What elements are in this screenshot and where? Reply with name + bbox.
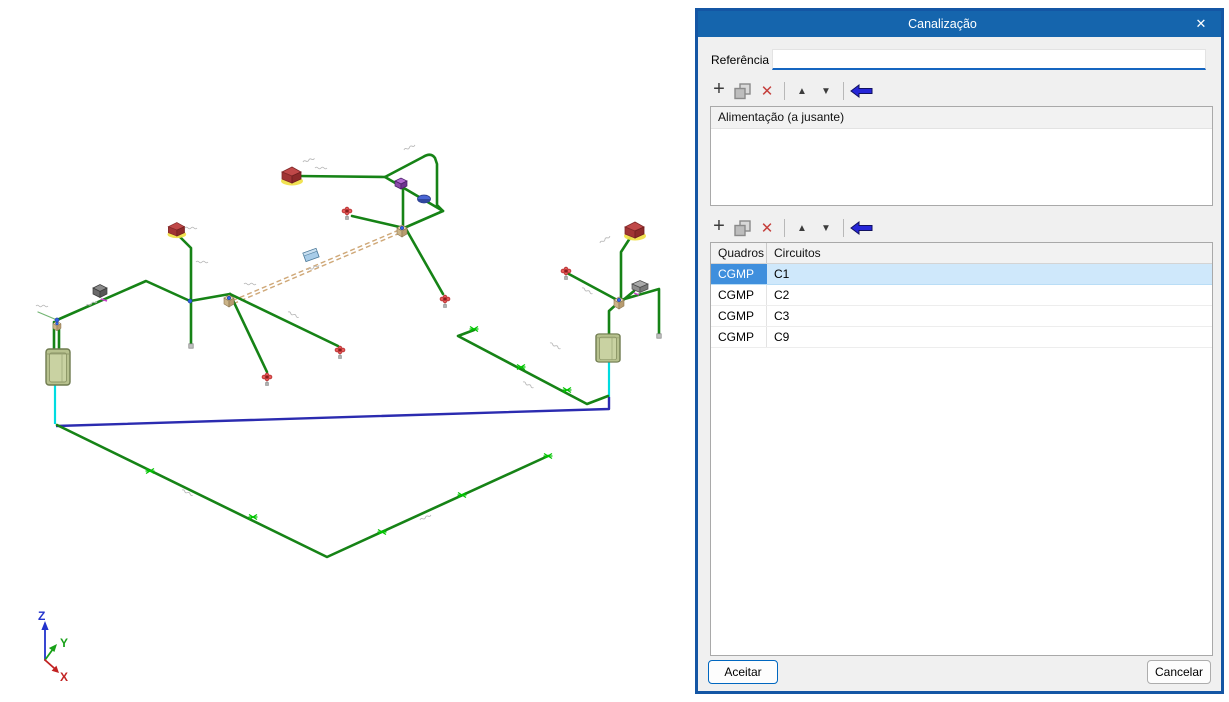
table-header: Quadros Circuitos bbox=[711, 243, 1212, 264]
column-header-circuitos: Circuitos bbox=[774, 246, 821, 260]
move-up-button[interactable]: ▲ bbox=[790, 79, 814, 103]
copy-icon bbox=[734, 219, 751, 236]
reference-label: Referência bbox=[711, 53, 770, 67]
cell-circuito[interactable]: C3 bbox=[767, 306, 1212, 326]
cell-circuito[interactable]: C1 bbox=[767, 264, 1212, 284]
add-icon: + bbox=[713, 78, 725, 100]
axis-y-label: Y bbox=[60, 636, 68, 650]
table-row[interactable]: CGMP C3 bbox=[711, 306, 1212, 327]
copy-button[interactable] bbox=[731, 79, 755, 103]
conduit-network bbox=[37, 153, 661, 559]
cell-circuito[interactable]: C9 bbox=[767, 327, 1212, 347]
add-button[interactable]: + bbox=[707, 78, 731, 103]
toolbar-separator bbox=[784, 219, 785, 237]
add-icon: + bbox=[713, 215, 725, 237]
move-down-icon: ▼ bbox=[821, 85, 831, 97]
delete-icon: ✕ bbox=[760, 220, 774, 237]
close-button[interactable]: ✕ bbox=[1185, 13, 1217, 35]
circuits-toolbar: + ✕ ▲ ▼ bbox=[707, 215, 873, 240]
delete-icon: ✕ bbox=[760, 83, 774, 100]
viewport-3d[interactable]: Z Y X bbox=[0, 0, 694, 702]
move-up-icon: ▲ bbox=[797, 222, 807, 234]
cell-quadro[interactable]: CGMP bbox=[711, 264, 767, 284]
back-arrow-icon bbox=[849, 221, 872, 235]
feed-list[interactable]: Alimentação (a jusante) bbox=[710, 106, 1213, 206]
back-button[interactable] bbox=[849, 216, 873, 240]
axis-triad: Z Y X bbox=[38, 609, 68, 684]
column-header-quadros: Quadros bbox=[711, 243, 767, 263]
dialog-title: Canalização bbox=[908, 17, 977, 31]
cell-circuito[interactable]: C2 bbox=[767, 285, 1212, 305]
move-up-icon: ▲ bbox=[797, 85, 807, 97]
list-item[interactable]: Alimentação (a jusante) bbox=[711, 107, 1212, 129]
cancel-button[interactable]: Cancelar bbox=[1147, 660, 1211, 684]
close-icon: ✕ bbox=[1195, 16, 1207, 31]
axis-z-label: Z bbox=[38, 609, 45, 623]
table-row[interactable]: CGMP C9 bbox=[711, 327, 1212, 348]
copy-button[interactable] bbox=[731, 216, 755, 240]
toolbar-separator bbox=[843, 82, 844, 100]
delete-button[interactable]: ✕ bbox=[755, 79, 779, 103]
add-button[interactable]: + bbox=[707, 215, 731, 240]
cell-quadro[interactable]: CGMP bbox=[711, 306, 767, 326]
pull-box-blue bbox=[302, 247, 320, 263]
toolbar-separator bbox=[843, 219, 844, 237]
circuits-table[interactable]: Quadros Circuitos CGMP C1 CGMP C2 CGMP C… bbox=[710, 242, 1213, 656]
reference-input[interactable] bbox=[772, 49, 1206, 70]
devices bbox=[45, 166, 662, 386]
move-up-button[interactable]: ▲ bbox=[790, 216, 814, 240]
move-down-button[interactable]: ▼ bbox=[814, 216, 838, 240]
table-row[interactable]: CGMP C1 bbox=[711, 264, 1212, 285]
axis-x-label: X bbox=[60, 670, 68, 684]
move-down-button[interactable]: ▼ bbox=[814, 79, 838, 103]
copy-icon bbox=[734, 82, 751, 99]
back-arrow-icon bbox=[849, 84, 872, 98]
delete-button[interactable]: ✕ bbox=[755, 216, 779, 240]
dialog-titlebar[interactable]: Canalização ✕ bbox=[698, 11, 1221, 37]
detector-blue bbox=[417, 194, 431, 204]
cell-quadro[interactable]: CGMP bbox=[711, 327, 767, 347]
table-row[interactable]: CGMP C2 bbox=[711, 285, 1212, 306]
canalizacao-dialog: Canalização ✕ Referência + ✕ ▲ ▼ Aliment… bbox=[695, 8, 1224, 694]
move-down-icon: ▼ bbox=[821, 222, 831, 234]
back-button[interactable] bbox=[849, 79, 873, 103]
riser-markers bbox=[144, 325, 573, 536]
application-window: Z Y X Canalização ✕ Referência + ✕ ▲ ▼ A… bbox=[0, 0, 1229, 702]
junction-dot bbox=[54, 317, 60, 323]
accept-button[interactable]: Aceitar bbox=[708, 660, 778, 684]
junction-dot bbox=[187, 298, 193, 304]
toolbar-separator bbox=[784, 82, 785, 100]
dimension-marks bbox=[35, 143, 611, 522]
cell-quadro[interactable]: CGMP bbox=[711, 285, 767, 305]
feed-toolbar: + ✕ ▲ ▼ bbox=[707, 78, 873, 103]
